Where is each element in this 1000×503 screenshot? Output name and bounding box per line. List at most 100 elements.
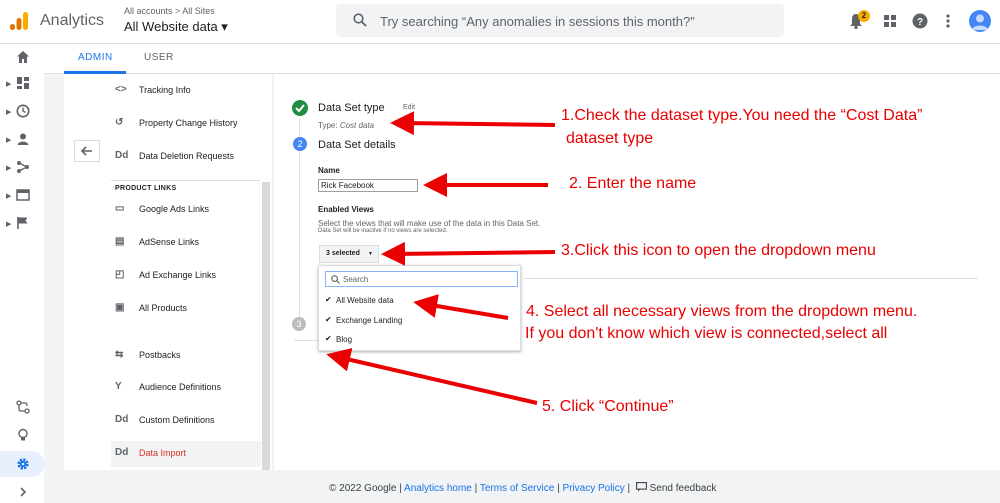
search-placeholder: Try searching “Any anomalies in sessions… (380, 14, 695, 29)
chevron-right-icon: ▶ (6, 165, 12, 172)
divider (524, 278, 978, 279)
dd-icon: Dd (115, 414, 129, 425)
annotation-4-line2: If you don't know which view is connecte… (525, 325, 888, 342)
type-label: Type: (318, 121, 338, 130)
enabled-views-label: Enabled Views (318, 205, 374, 214)
rail-realtime[interactable]: ▶ (0, 100, 44, 124)
nav-data-deletion-requests[interactable]: Dd Data Deletion Requests (111, 144, 261, 170)
nav-scrollbar[interactable] (262, 182, 270, 470)
annotation-5: 5. Click “Continue” (542, 398, 674, 415)
views-dropdown: Search ✔ All Website data ✔ Exchange Lan… (318, 265, 521, 351)
help-icon[interactable]: ? (911, 12, 929, 30)
arrow-left-icon (80, 146, 92, 156)
chevron-right-icon: ▶ (6, 109, 12, 116)
nav-google-ads-links[interactable]: ▭ Google Ads Links (111, 197, 261, 223)
type-value: Cost data (339, 121, 375, 130)
step-complete-check-icon (292, 100, 308, 116)
clock-icon (16, 104, 30, 118)
dropdown-option[interactable]: ✔ Blog (325, 332, 515, 348)
rail-conversions[interactable]: ▶ (0, 212, 44, 236)
nav-label: Audience Definitions (139, 382, 222, 392)
nav-audience-definitions[interactable]: Y Audience Definitions (111, 375, 261, 401)
back-button[interactable] (74, 140, 100, 162)
admin-user-tabs: ADMIN USER (44, 44, 1000, 74)
property-selector[interactable]: All Website data ▾ (124, 19, 228, 35)
chevron-right-icon: ▶ (6, 137, 12, 144)
dropdown-search-input[interactable]: Search (325, 271, 518, 287)
nav-ad-exchange-links[interactable]: ◰ Ad Exchange Links (111, 263, 261, 289)
option-label: All Website data (336, 296, 394, 305)
send-feedback-link[interactable]: Send feedback (650, 483, 717, 494)
analytics-logo[interactable] (9, 11, 29, 31)
rail-home[interactable] (0, 46, 44, 70)
option-label: Exchange Landing (336, 316, 403, 325)
annotation-2: 2. Enter the name (569, 175, 697, 192)
checkmark-icon: ✔ (325, 315, 332, 324)
rail-acquisition[interactable]: ▶ (0, 156, 44, 180)
nav-label: All Products (139, 303, 188, 313)
nav-data-import[interactable]: Dd Data Import (111, 441, 261, 467)
rail-customization[interactable]: ▶ (0, 72, 44, 96)
enabled-views-warning: Data Set will be inactive if no views ar… (318, 228, 448, 234)
step3-number: 3 (292, 317, 306, 331)
dropdown-option[interactable]: ✔ All Website data (325, 293, 515, 309)
footer-links: © 2022 Google | Analytics home | Terms o… (329, 482, 717, 494)
dropdown-search-placeholder: Search (343, 275, 369, 284)
notification-badge: 2 (858, 10, 870, 22)
tab-admin[interactable]: ADMIN (78, 52, 113, 63)
nav-label: AdSense Links (139, 237, 200, 247)
search-icon (353, 13, 367, 27)
search-bar[interactable]: Try searching “Any anomalies in sessions… (336, 4, 784, 37)
behavior-icon (16, 189, 30, 201)
nav-label: Property Change History (139, 118, 238, 128)
step1-title: Data Set type (318, 102, 385, 114)
nav-label: Ad Exchange Links (139, 270, 217, 280)
nav-property-change-history[interactable]: ↺ Property Change History (111, 111, 261, 137)
rail-admin[interactable] (0, 451, 44, 477)
copyright: © 2022 Google | (329, 483, 402, 494)
privacy-link[interactable]: Privacy Policy (562, 483, 624, 494)
svg-text:?: ? (917, 17, 923, 28)
terms-link[interactable]: Terms of Service (480, 483, 554, 494)
breadcrumb[interactable]: All accounts > All Sites (124, 6, 215, 16)
postbacks-icon: ⇆ (115, 349, 124, 360)
rail-behavior[interactable]: ▶ (0, 184, 44, 208)
search-icon (331, 275, 340, 284)
annotation-1-line2: dataset type (566, 130, 654, 147)
step2-title: Data Set details (318, 139, 396, 151)
divider (111, 180, 261, 181)
dd-icon: Dd (115, 447, 129, 458)
nav-postbacks[interactable]: ⇆ Postbacks (111, 343, 261, 369)
checkmark-icon: ✔ (325, 295, 332, 304)
rail-attribution[interactable] (0, 396, 44, 420)
step2-number: 2 (293, 137, 307, 151)
nav-all-products[interactable]: ▣ All Products (111, 296, 261, 322)
code-icon: <> (115, 84, 127, 95)
nav-adsense-links[interactable]: ▤ AdSense Links (111, 230, 261, 256)
nav-label: Custom Definitions (139, 415, 215, 425)
chevron-right-icon: ▶ (6, 221, 12, 228)
more-options-icon[interactable] (939, 12, 957, 30)
property-nav-panel: <> Tracking Info ↺ Property Change Histo… (64, 74, 272, 470)
step1-edit-link[interactable]: Edit (403, 104, 415, 111)
audience-definitions-icon: Y (115, 381, 122, 392)
name-input[interactable] (318, 179, 418, 192)
views-select-button[interactable]: 3 selected ▼ (319, 245, 379, 263)
nav-custom-definitions[interactable]: Dd Custom Definitions (111, 408, 261, 434)
dropdown-option[interactable]: ✔ Exchange Landing (325, 313, 515, 329)
gear-icon (17, 458, 29, 470)
tab-user[interactable]: USER (144, 52, 174, 63)
rail-expand[interactable] (0, 481, 44, 503)
app-title: Analytics (40, 12, 105, 29)
name-label: Name (318, 166, 340, 175)
annotation-4-line1: 4. Select all necessary views from the d… (526, 303, 918, 320)
rail-discover[interactable] (0, 424, 44, 448)
history-icon: ↺ (115, 117, 124, 128)
analytics-home-link[interactable]: Analytics home (404, 483, 472, 494)
apps-grid-icon[interactable] (881, 12, 899, 30)
rail-audience[interactable]: ▶ (0, 128, 44, 152)
avatar[interactable] (969, 10, 991, 32)
nav-tracking-info[interactable]: <> Tracking Info (111, 78, 261, 104)
dashboard-icon (17, 77, 29, 89)
feedback-icon (635, 482, 647, 492)
